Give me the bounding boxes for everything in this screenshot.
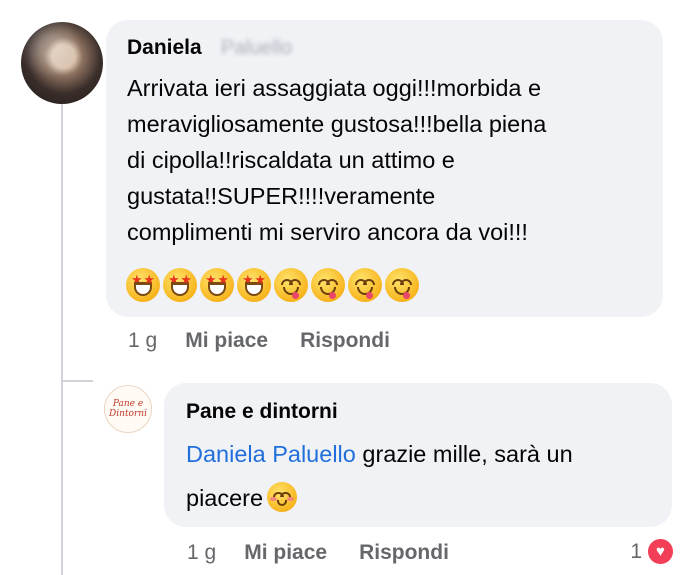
comment-timestamp[interactable]: 1 g	[128, 329, 157, 353]
author-last-name-blurred: Paluello	[221, 37, 293, 59]
reply-like-button[interactable]: Mi piace	[244, 541, 327, 565]
comment-meta: 1 g Mi piace Rispondi	[128, 329, 390, 353]
reply-meta: 1 g Mi piace Rispondi	[187, 541, 449, 565]
reaction-count: 1	[630, 539, 642, 563]
comment-line: di cipolla!!riscaldata un attimo e	[127, 147, 455, 173]
comment-text: Arrivata ieri assaggiata oggi!!!morbida …	[127, 70, 546, 250]
reaction-summary[interactable]: 1 ♥	[630, 537, 675, 566]
yum-face-icon	[385, 268, 419, 302]
yum-face-icon	[348, 268, 382, 302]
star-struck-icon	[237, 268, 271, 302]
heart-icon: ♥	[646, 537, 675, 566]
comment-line: meravigliosamente gustosa!!!bella piena	[127, 111, 547, 137]
page-avatar-text: Pane e	[112, 399, 144, 409]
mention-link[interactable]: Daniela Paluello	[186, 441, 356, 467]
yum-face-icon	[274, 268, 308, 302]
yum-face-icon	[311, 268, 345, 302]
star-struck-icon	[200, 268, 234, 302]
star-struck-icon	[126, 268, 160, 302]
smiling-face-icon	[267, 482, 298, 512]
thread-line-branch	[61, 380, 93, 382]
reply-text-after-mention: grazie mille, sarà un	[355, 441, 573, 467]
page-avatar[interactable]: Pane e Dintorni	[104, 385, 152, 433]
comment-line: Arrivata ieri assaggiata oggi!!!morbida …	[127, 75, 542, 101]
star-struck-icon	[163, 268, 197, 302]
comment-line: gustata!!SUPER!!!!veramente	[127, 183, 436, 209]
author-first-name[interactable]: Daniela	[127, 36, 202, 59]
reply-reply-button[interactable]: Rispondi	[359, 541, 449, 565]
comment-author[interactable]: Daniela Paluello	[127, 36, 292, 60]
reply-line: piacere	[186, 478, 573, 518]
reply-text: Daniela Paluello grazie mille, sarà un p…	[186, 434, 573, 518]
avatar[interactable]	[21, 22, 103, 104]
reply-button[interactable]: Rispondi	[300, 329, 390, 353]
reply-timestamp[interactable]: 1 g	[187, 541, 216, 565]
page-avatar-text: Dintorni	[109, 409, 147, 419]
like-button[interactable]: Mi piace	[185, 329, 268, 353]
reply-text-line2: piacere	[186, 485, 264, 511]
reply-line: Daniela Paluello grazie mille, sarà un	[186, 434, 573, 474]
reply-author[interactable]: Pane e dintorni	[186, 400, 338, 424]
emoji-row	[126, 268, 419, 302]
comment-line: complimenti mi serviro ancora da voi!!!	[127, 219, 528, 245]
thread-line-vertical	[61, 104, 63, 575]
